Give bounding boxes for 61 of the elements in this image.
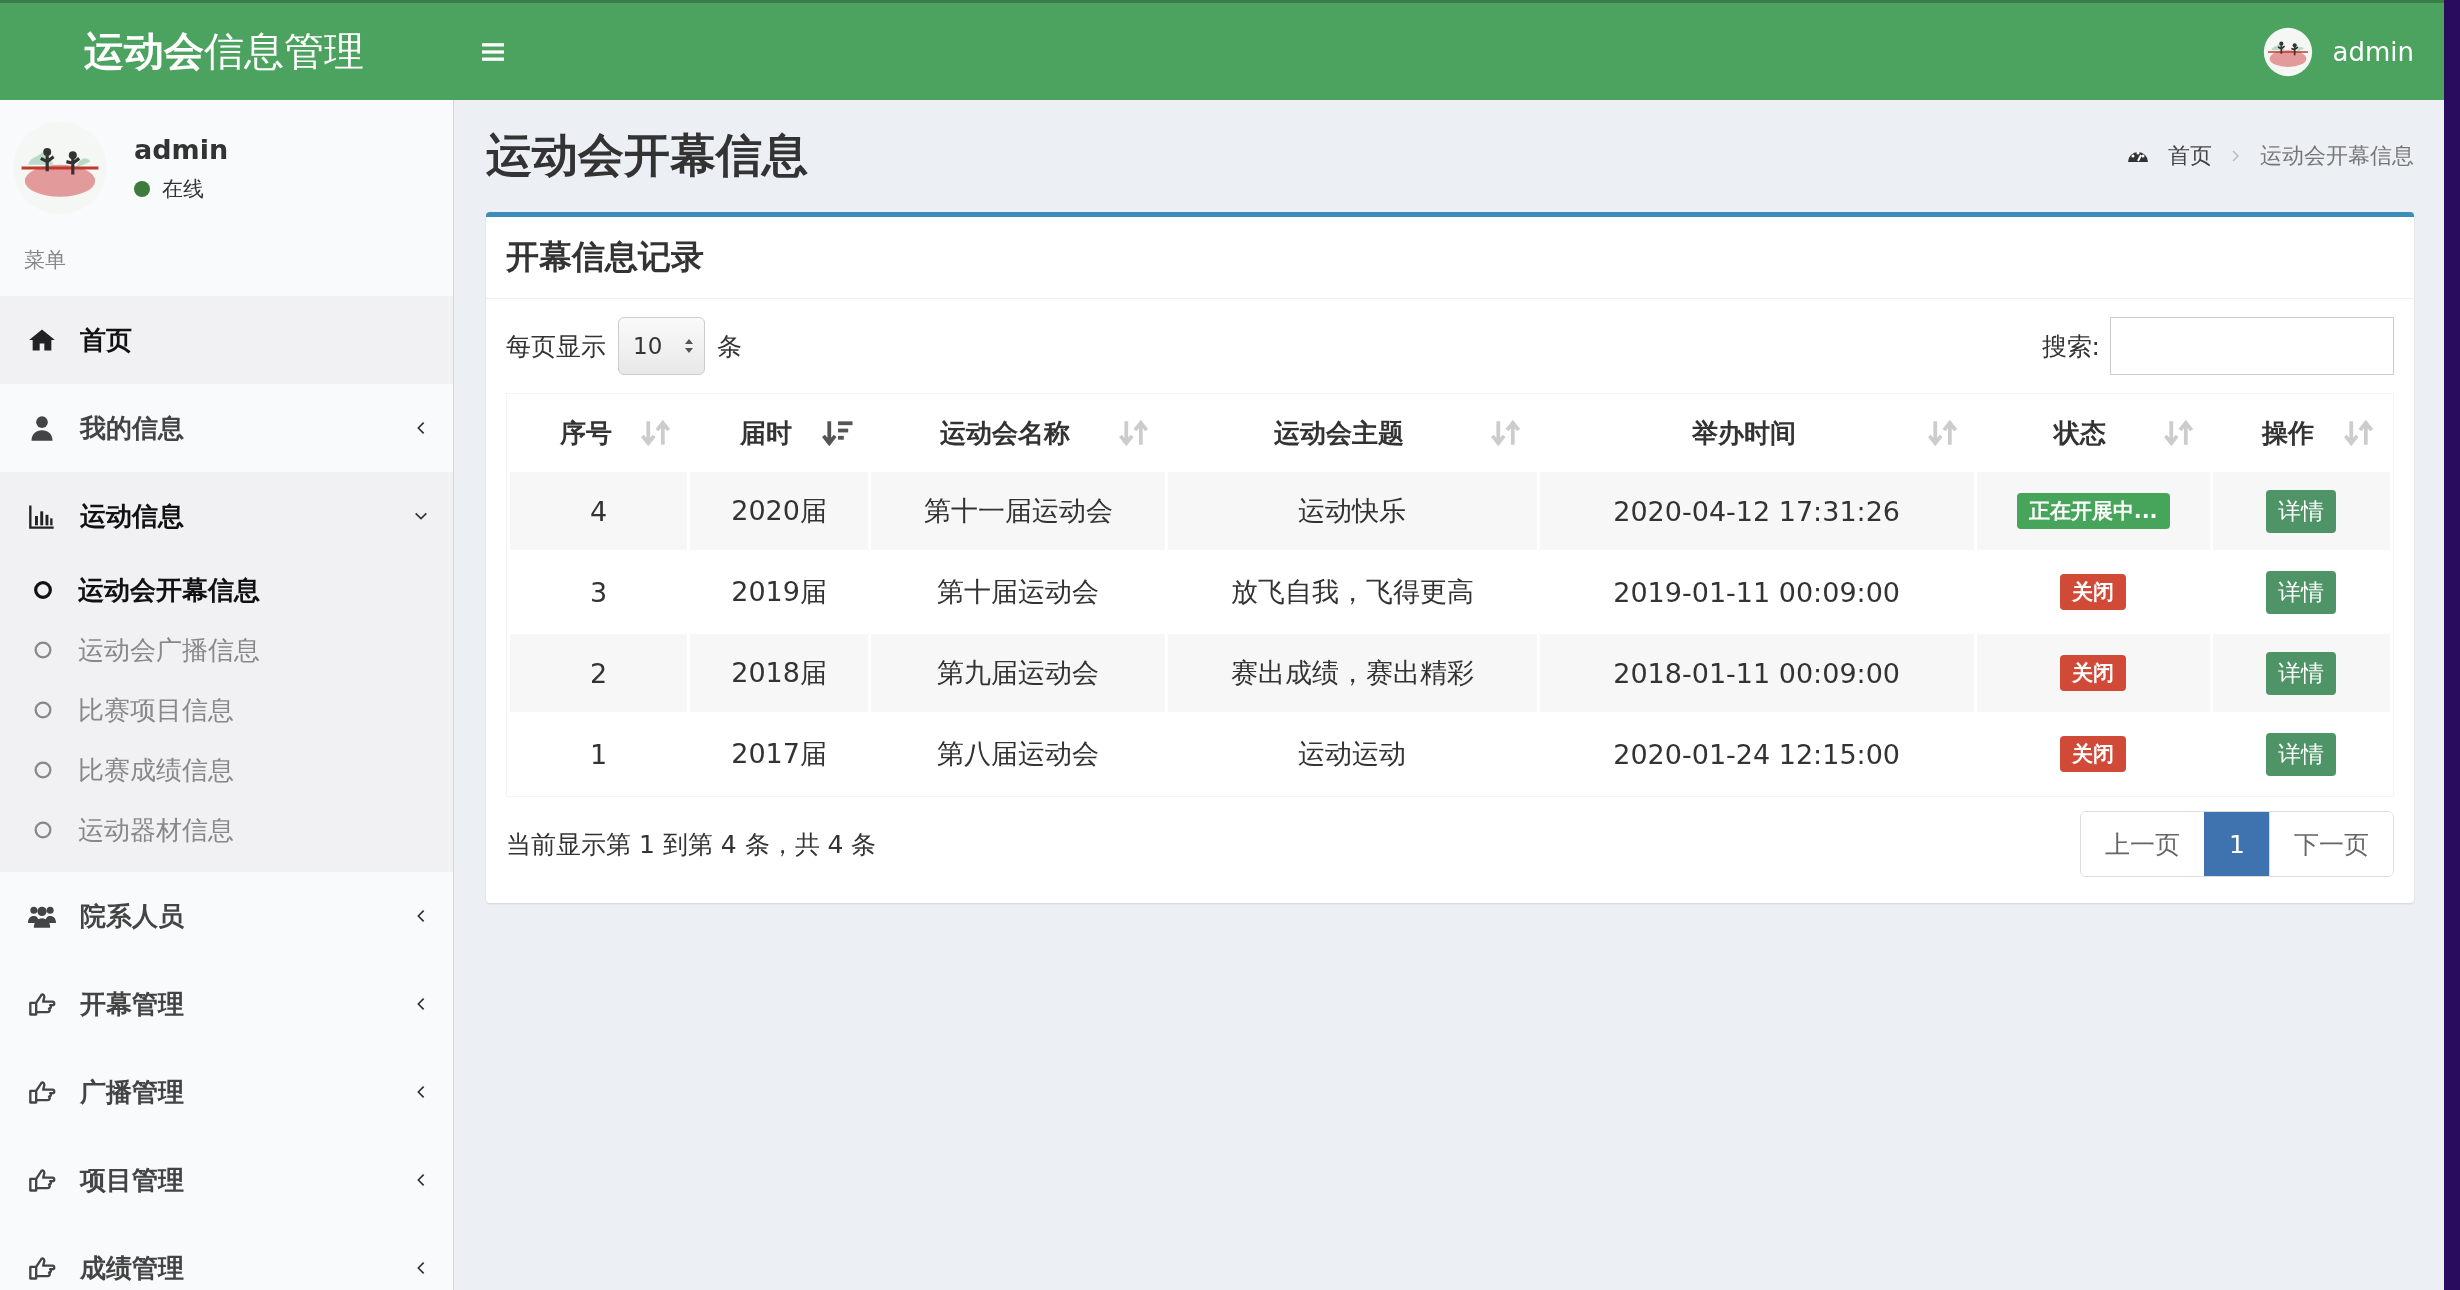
table-cell: 2 [510,634,688,712]
status-badge: 关闭 [2060,655,2127,691]
status-text: 在线 [162,175,204,203]
menu-item[interactable]: 首页 [0,296,453,384]
circle-icon [32,819,54,841]
page-title: 运动会开幕信息 [486,127,808,184]
breadcrumb-item: 运动会开幕信息 [2260,142,2414,170]
details-button[interactable]: 详情 [2266,570,2337,614]
pointing-hand-icon [28,1166,56,1194]
sort-icon [2163,419,2196,447]
menu-item[interactable]: 院系人员 [0,872,453,960]
app-title: 运动会信息管理 [83,27,365,76]
sort-icon [2344,419,2376,447]
page-size-select[interactable]: 10 [618,317,706,375]
menu-header: 菜单 [23,247,67,274]
avatar-drawing [2262,26,2313,77]
pointing-hand-icon [28,990,56,1018]
details-button[interactable]: 详情 [2266,732,2337,776]
table-cell: 2018-01-11 00:09:00 [1539,634,1974,712]
next-page-button[interactable]: 下一页 [2269,812,2393,876]
length-label: 每页显示 [506,330,606,363]
table-info: 当前显示第 1 到第 4 条，共 4 条 [506,828,877,861]
chevron-right-icon [2230,148,2242,164]
details-button[interactable]: 详情 [2266,651,2337,695]
menu-item[interactable]: 我的信息 [0,384,453,472]
menu-item[interactable]: 开幕管理 [0,960,453,1048]
table-cell: 运动快乐 [1168,472,1537,550]
pointing-hand-icon [28,1078,56,1106]
menu-item[interactable]: 广播管理 [0,1048,453,1136]
menu-item[interactable]: 成绩管理 [0,1224,453,1290]
status-badge: 关闭 [2060,736,2127,772]
submenu-item[interactable]: 运动会开幕信息 [0,560,453,620]
menu-item[interactable]: 项目管理 [0,1136,453,1224]
circle-icon [32,639,54,661]
table-cell: 2018届 [690,634,868,712]
card-title: 开幕信息记录 [486,217,2414,299]
sort-icon [1927,419,1960,447]
up-down-arrows-icon [684,338,695,354]
circle-icon [32,699,54,721]
table-cell: 赛出成绩，赛出精彩 [1168,634,1537,712]
circle-icon [32,759,54,781]
sort-icon [1490,419,1523,447]
search-field[interactable] [2110,317,2394,375]
menu-icon[interactable] [481,40,505,63]
pointing-hand-icon [28,1254,56,1282]
table-cell: 第十一届运动会 [870,472,1166,550]
menu-item[interactable]: 运动信息 [0,472,453,560]
table-cell: 2020-04-12 17:31:26 [1539,472,1974,550]
page-button[interactable]: 1 [2204,812,2269,876]
search-label: 搜索: [2041,330,2100,363]
length-label: 条 [717,330,743,363]
status-badge: 正在开展中... [2016,493,2170,529]
details-button[interactable]: 详情 [2266,489,2337,533]
sort-descending-icon [821,419,854,447]
table-cell: 2020届 [690,472,868,550]
table-cell: 4 [510,472,688,550]
status-badge: 关闭 [2060,574,2127,610]
circle-icon [32,579,54,601]
table-cell: 第九届运动会 [870,634,1166,712]
user-name: admin [134,133,229,165]
breadcrumb-item[interactable]: 首页 [2168,141,2212,171]
